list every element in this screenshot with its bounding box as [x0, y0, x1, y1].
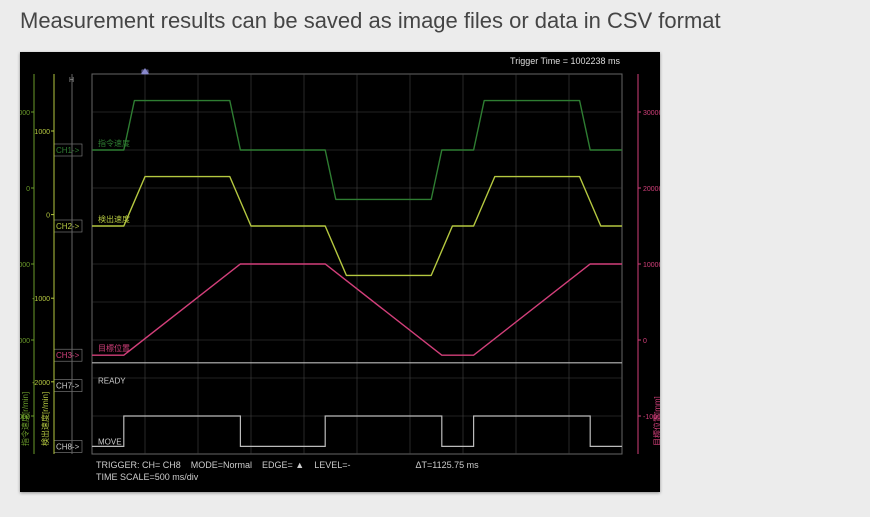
svg-text:1000: 1000	[34, 129, 50, 136]
svg-text:-2000: -2000	[20, 338, 30, 345]
page-title: Measurement results can be saved as imag…	[20, 8, 721, 34]
svg-text:CH3->: CH3->	[56, 351, 80, 360]
svg-text:200000: 200000	[643, 186, 660, 193]
svg-text:H: H	[69, 77, 74, 84]
svg-text:0: 0	[26, 186, 30, 193]
svg-text:MOVE: MOVE	[98, 437, 122, 446]
svg-text:300000: 300000	[643, 110, 660, 117]
oscilloscope-chart: CH1-> 指令速度 CH2-> 検出速度 CH3-> 目標位置 CH7-> READY CH8…	[20, 52, 660, 492]
svg-text:1000: 1000	[20, 110, 30, 117]
svg-text:CH1->: CH1->	[56, 146, 80, 155]
svg-text:0: 0	[46, 213, 50, 220]
svg-text:検出速度[r/min]: 検出速度[r/min]	[40, 392, 50, 446]
footer-timescale-line: TIME SCALE=500 ms/div	[96, 472, 198, 482]
svg-text:検出速度: 検出速度	[98, 214, 130, 224]
svg-text:CH2->: CH2->	[56, 222, 80, 231]
svg-text:指令速度[r/min]: 指令速度[r/min]	[20, 392, 30, 446]
svg-text:指令速度: 指令速度	[98, 138, 130, 148]
svg-text:100000: 100000	[643, 262, 660, 269]
svg-text:CH8->: CH8->	[56, 442, 80, 451]
svg-text:READY: READY	[98, 377, 126, 386]
svg-text:CH7->: CH7->	[56, 382, 80, 391]
svg-text:目標位置: 目標位置	[98, 343, 130, 353]
svg-text:-1000: -1000	[32, 296, 50, 303]
svg-text:目標位置[mm]: 目標位置[mm]	[652, 396, 660, 446]
footer-trigger-line: TRIGGER: CH= CH8 MODE=Normal EDGE= ▲ LEV…	[96, 460, 479, 470]
svg-text:0: 0	[643, 338, 647, 345]
svg-text:-1000: -1000	[20, 262, 30, 269]
oscilloscope-panel: Trigger Time = 1002238 ms CH1-> 指令速度 CH2->…	[20, 52, 660, 492]
svg-text:-2000: -2000	[32, 380, 50, 387]
trigger-time-label: Trigger Time = 1002238 ms	[510, 56, 620, 66]
